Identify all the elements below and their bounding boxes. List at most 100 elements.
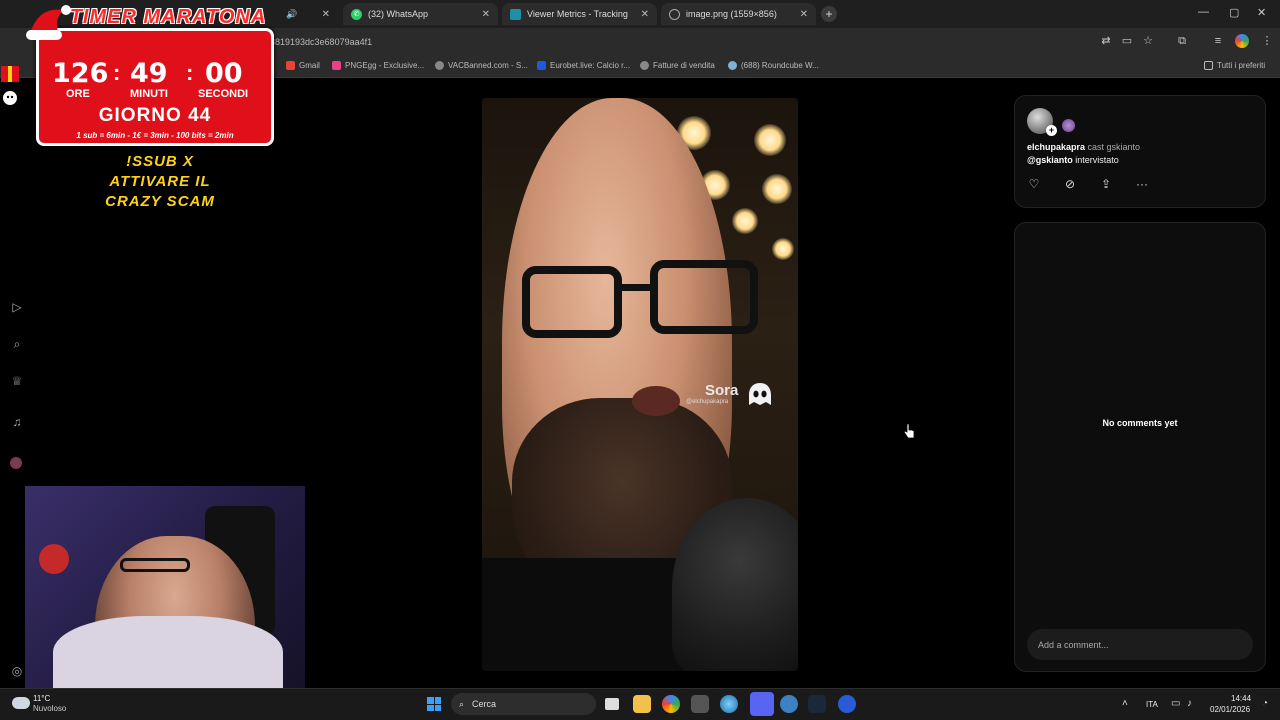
bookmark-gmail[interactable]: Gmail: [286, 61, 320, 70]
trophy-icon[interactable]: ♕: [10, 374, 24, 388]
notification-icon[interactable]: ◔: [1262, 698, 1268, 709]
app-icon[interactable]: [780, 695, 798, 713]
search-icon: ⌕: [459, 698, 465, 709]
timer-separator: :: [113, 60, 121, 85]
discord-icon[interactable]: [750, 692, 774, 716]
task-view-icon[interactable]: [605, 698, 619, 710]
timer-seconds-label: SECONDI: [198, 88, 249, 100]
share-icon[interactable]: ⇪: [1099, 177, 1113, 191]
folder-icon: [1204, 61, 1213, 70]
no-comments-text: No comments yet: [1102, 418, 1178, 428]
tab-audio[interactable]: 🔊 ✕: [278, 3, 338, 25]
language-indicator[interactable]: ITA: [1146, 700, 1158, 709]
extensions-icon[interactable]: ⧉: [1175, 34, 1189, 48]
app-icon[interactable]: [720, 695, 738, 713]
mouth: [632, 386, 680, 416]
url-field[interactable]: 8819193dc3e68079aa4f1: [270, 37, 372, 47]
bookmark-vacbanned[interactable]: VACBanned.com - S...: [435, 61, 528, 70]
tab-viewer-metrics[interactable]: Viewer Metrics - Tracking ✕: [502, 3, 657, 25]
sora-watermark-handle: @elchupakapra: [686, 399, 729, 405]
follow-plus-icon[interactable]: +: [1046, 125, 1057, 136]
profile-avatar[interactable]: [1235, 34, 1249, 48]
file-explorer-icon[interactable]: [633, 695, 651, 713]
gift-icon: [1, 66, 19, 105]
whatsapp-icon: ✆: [351, 8, 362, 20]
user-avatar[interactable]: [10, 457, 22, 469]
more-options-icon[interactable]: ···: [1135, 177, 1149, 191]
start-button[interactable]: [427, 697, 441, 711]
network-icon[interactable]: ▭: [1171, 698, 1180, 709]
mention-link[interactable]: @gskianto: [1027, 155, 1073, 165]
glasses-left-lens: [522, 266, 622, 338]
streamer-shirt: [53, 616, 283, 688]
remix-icon[interactable]: ⊘: [1063, 177, 1077, 191]
new-tab-button[interactable]: +: [821, 6, 837, 22]
volume-icon[interactable]: ♪: [1187, 698, 1192, 709]
menu-icon[interactable]: ⋮: [1260, 34, 1274, 48]
close-tab-icon[interactable]: ✕: [641, 9, 649, 20]
speaker-icon[interactable]: 🔊: [286, 9, 297, 20]
author-name[interactable]: elchupakapra: [1027, 142, 1085, 152]
tab-image[interactable]: image.png (1559×856) ✕: [661, 3, 816, 25]
post-caption-line2: @gskianto intervistato: [1027, 155, 1119, 165]
cast-avatar[interactable]: [1062, 119, 1075, 132]
timer-rates: 1 sub = 6min - 1€ = 3min - 100 bits = 2m…: [76, 131, 234, 140]
glasses-right-lens: [650, 260, 758, 334]
metrics-icon: [510, 8, 521, 20]
bookmark-star-icon[interactable]: ☆: [1141, 34, 1155, 48]
like-icon[interactable]: ♡: [1027, 177, 1041, 191]
all-bookmarks[interactable]: Tutti i preferiti: [1204, 61, 1265, 70]
bookmark-roundcube[interactable]: (688) Roundcube W...: [728, 61, 819, 70]
bookmark-pngegg[interactable]: PNGEgg - Exclusive...: [332, 61, 424, 70]
search-icon[interactable]: ⌕: [10, 337, 24, 351]
minimize-button[interactable]: —: [1198, 6, 1209, 18]
timer-seconds: 00: [205, 58, 243, 89]
media-icon[interactable]: ≡: [1211, 34, 1225, 48]
app-icon[interactable]: [691, 695, 709, 713]
bookmark-eurobet[interactable]: Eurobet.live: Calcio r...: [537, 61, 630, 70]
close-tab-icon[interactable]: ✕: [322, 9, 330, 20]
pngegg-icon: [332, 61, 341, 70]
sora-watermark: Sora: [705, 382, 739, 399]
translate-icon[interactable]: ⇄: [1099, 34, 1113, 48]
taskbar-search[interactable]: ⌕ Cerca: [451, 693, 596, 715]
cast-icon[interactable]: ▭: [1120, 34, 1134, 48]
clock-time[interactable]: 14:44: [1231, 694, 1251, 703]
hand-cursor-icon: [903, 423, 915, 439]
eurobet-icon: [537, 61, 546, 70]
sora-ghost-icon: [749, 383, 771, 405]
comment-input[interactable]: [1027, 629, 1253, 660]
weather-description[interactable]: Nuvoloso: [33, 704, 66, 713]
cloud-icon[interactable]: [12, 697, 30, 709]
timer-minutes: 49: [130, 58, 168, 89]
bell-icon[interactable]: ♫: [10, 415, 24, 429]
close-tab-icon[interactable]: ✕: [800, 9, 808, 20]
clock-date[interactable]: 02/01/2026: [1210, 705, 1250, 714]
streamer-webcam: [25, 486, 305, 688]
roundcube-icon: [728, 61, 737, 70]
globe-icon: [640, 61, 649, 70]
timer-hours: 126: [52, 58, 109, 89]
chevron-up-icon[interactable]: ˄: [1122, 698, 1128, 709]
bookmark-fatture[interactable]: Fatture di vendita: [640, 61, 715, 70]
timer-hours-label: ORE: [66, 88, 90, 100]
tab-whatsapp[interactable]: ✆ (32) WhatsApp ✕: [343, 3, 498, 25]
weather-temperature[interactable]: 11°C: [33, 694, 50, 703]
timer-separator: :: [186, 60, 194, 85]
steam-icon[interactable]: [808, 695, 826, 713]
post-caption: elchupakapra cast gskianto: [1027, 142, 1141, 152]
close-tab-icon[interactable]: ✕: [482, 9, 490, 20]
maximize-button[interactable]: ▢: [1229, 6, 1239, 19]
play-icon[interactable]: ▷: [10, 300, 24, 314]
settings-icon[interactable]: ◎: [10, 664, 24, 678]
globe-icon: [435, 61, 444, 70]
chrome-icon[interactable]: [662, 695, 680, 713]
gmail-icon: [286, 61, 295, 70]
timer-title: TIMER MARATONA: [69, 6, 267, 28]
close-window-button[interactable]: ✕: [1257, 6, 1266, 19]
comments-panel: [1014, 222, 1266, 672]
promo-text: !SSUB X ATTIVARE IL CRAZY SCAM: [105, 153, 215, 210]
app-icon[interactable]: [838, 695, 856, 713]
globe-icon: [669, 8, 680, 20]
day-counter: GIORNO 44: [98, 105, 212, 126]
